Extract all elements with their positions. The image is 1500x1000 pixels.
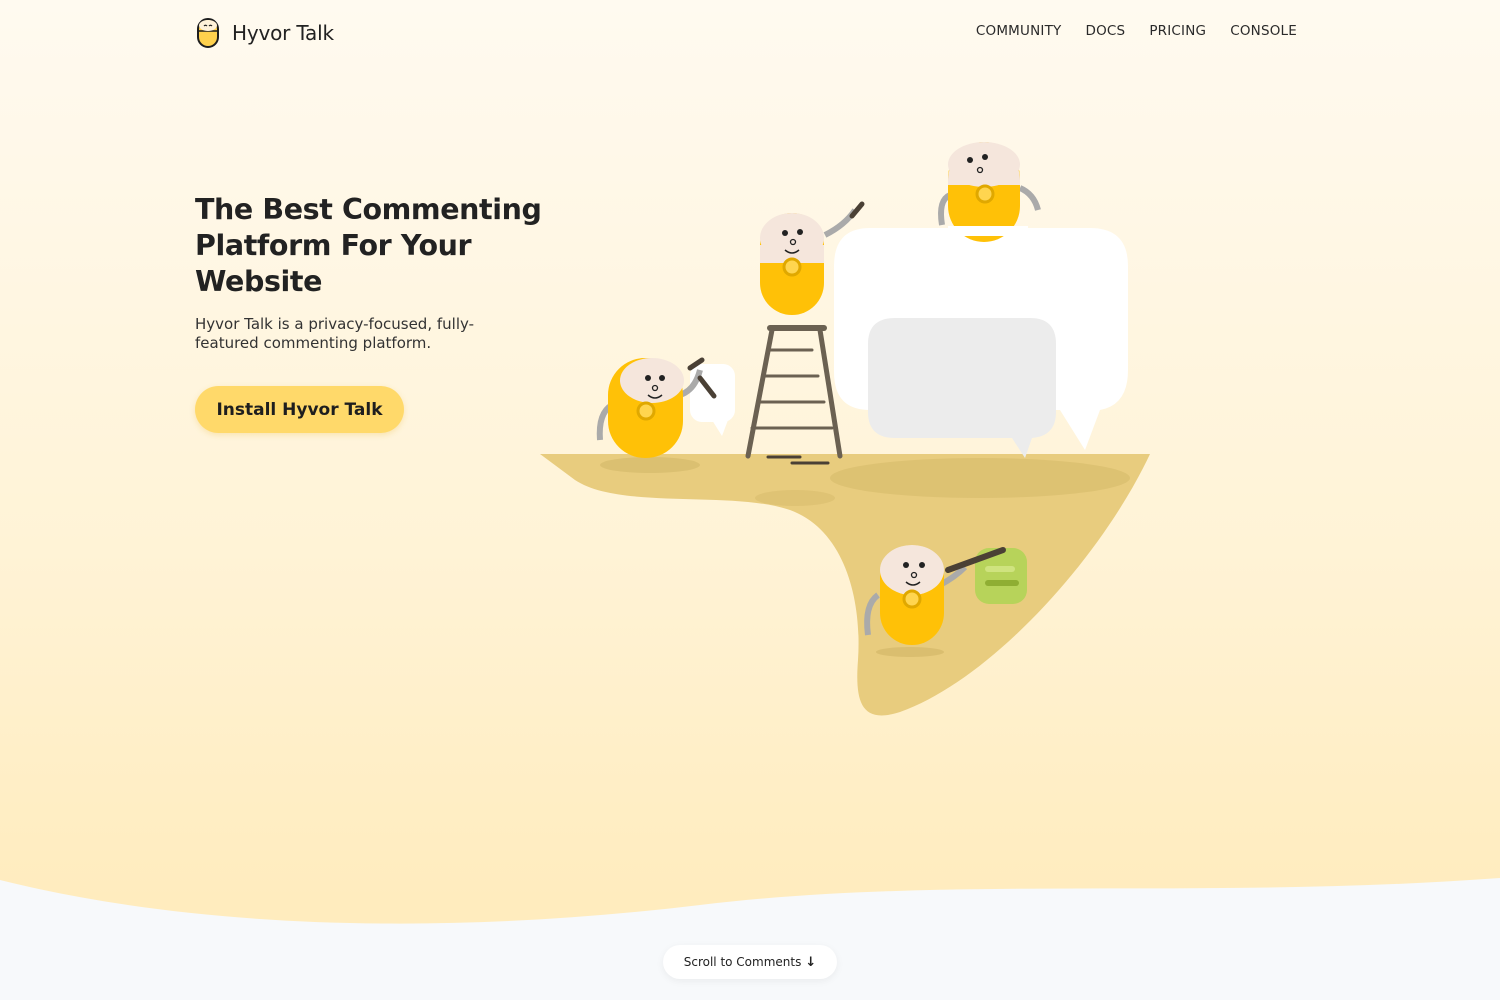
scroll-label: Scroll to Comments xyxy=(683,955,802,969)
nav-community[interactable]: COMMUNITY xyxy=(976,23,1062,39)
nav-console[interactable]: CONSOLE xyxy=(1230,23,1297,39)
hero-subtitle: Hyvor Talk is a privacy-focused, fully-f… xyxy=(195,315,475,352)
logo-text: Hyvor Talk xyxy=(232,21,334,45)
scroll-to-comments-button[interactable]: Scroll to Comments ↓ xyxy=(663,945,837,979)
ladder xyxy=(745,325,843,459)
hyvor-mascot-icon xyxy=(197,18,219,48)
hero-illustration xyxy=(540,142,1150,716)
hero-title: The Best Commenting Platform For Your We… xyxy=(195,193,542,298)
hero-wave-divider xyxy=(0,878,1500,1000)
main-nav: COMMUNITY DOCS PRICING CONSOLE xyxy=(976,23,1297,39)
nav-pricing[interactable]: PRICING xyxy=(1149,23,1206,39)
speech-bubble-gray xyxy=(868,318,1056,458)
arrow-down-icon: ↓ xyxy=(805,954,817,970)
logo-link[interactable]: Hyvor Talk xyxy=(196,17,334,49)
install-button[interactable]: Install Hyvor Talk xyxy=(195,386,404,433)
mascot-robot-top-right xyxy=(938,142,1041,242)
nav-docs[interactable]: DOCS xyxy=(1085,23,1125,39)
site-header: Hyvor Talk COMMUNITY DOCS PRICING CONSOL… xyxy=(0,0,1500,68)
